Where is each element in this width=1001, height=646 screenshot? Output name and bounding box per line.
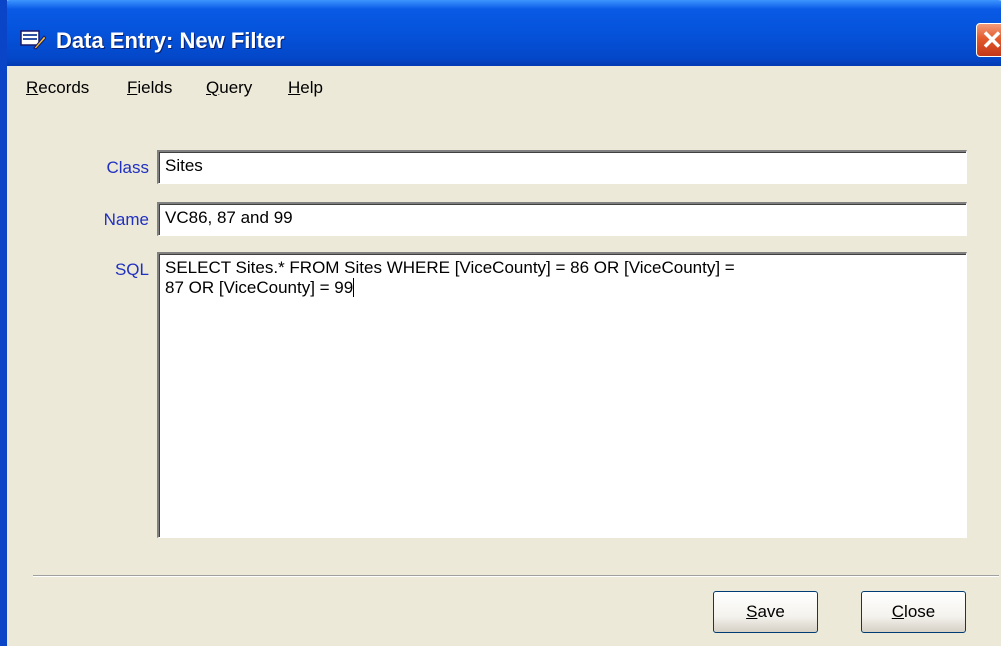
menu-fields-label: ields bbox=[137, 78, 173, 97]
text-caret bbox=[353, 278, 355, 297]
close-key: C bbox=[891, 602, 905, 621]
close-button[interactable]: Close bbox=[861, 591, 966, 633]
sql-label: SQL bbox=[114, 260, 149, 279]
save-button[interactable]: Save bbox=[713, 591, 818, 633]
close-label: lose bbox=[904, 602, 936, 621]
class-field[interactable]: Sites bbox=[157, 150, 967, 184]
menu-records[interactable]: Records bbox=[26, 78, 89, 98]
save-label: ave bbox=[757, 602, 785, 621]
divider bbox=[33, 575, 999, 577]
menu-help[interactable]: Help bbox=[288, 78, 323, 98]
menu-bar: Records Fields Query Help bbox=[7, 66, 1001, 102]
menu-query-key: Q bbox=[206, 78, 220, 97]
menu-fields-key: F bbox=[127, 78, 138, 97]
class-label: Class bbox=[106, 158, 149, 177]
save-key: S bbox=[746, 602, 758, 621]
name-field[interactable]: VC86, 87 and 99 bbox=[157, 202, 967, 236]
menu-help-label: elp bbox=[300, 78, 323, 97]
menu-records-label: ecords bbox=[38, 78, 90, 97]
form-icon bbox=[20, 30, 46, 50]
sql-text: SELECT Sites.* FROM Sites WHERE [ViceCou… bbox=[165, 258, 735, 297]
dialog-window: Data Entry: New Filter ✕ Records Fields … bbox=[0, 0, 1001, 646]
name-label: Name bbox=[103, 210, 149, 229]
title-bar[interactable]: Data Entry: New Filter ✕ bbox=[7, 0, 1001, 66]
menu-records-key: R bbox=[26, 78, 39, 97]
close-window-button[interactable]: ✕ bbox=[976, 23, 1001, 57]
menu-query[interactable]: Query bbox=[206, 78, 252, 98]
window-title: Data Entry: New Filter bbox=[56, 28, 285, 53]
close-icon: ✕ bbox=[981, 25, 1001, 55]
menu-fields[interactable]: Fields bbox=[127, 78, 172, 98]
menu-help-key: H bbox=[288, 78, 301, 97]
sql-textarea[interactable]: SELECT Sites.* FROM Sites WHERE [ViceCou… bbox=[157, 252, 967, 538]
menu-query-label: uery bbox=[219, 78, 253, 97]
